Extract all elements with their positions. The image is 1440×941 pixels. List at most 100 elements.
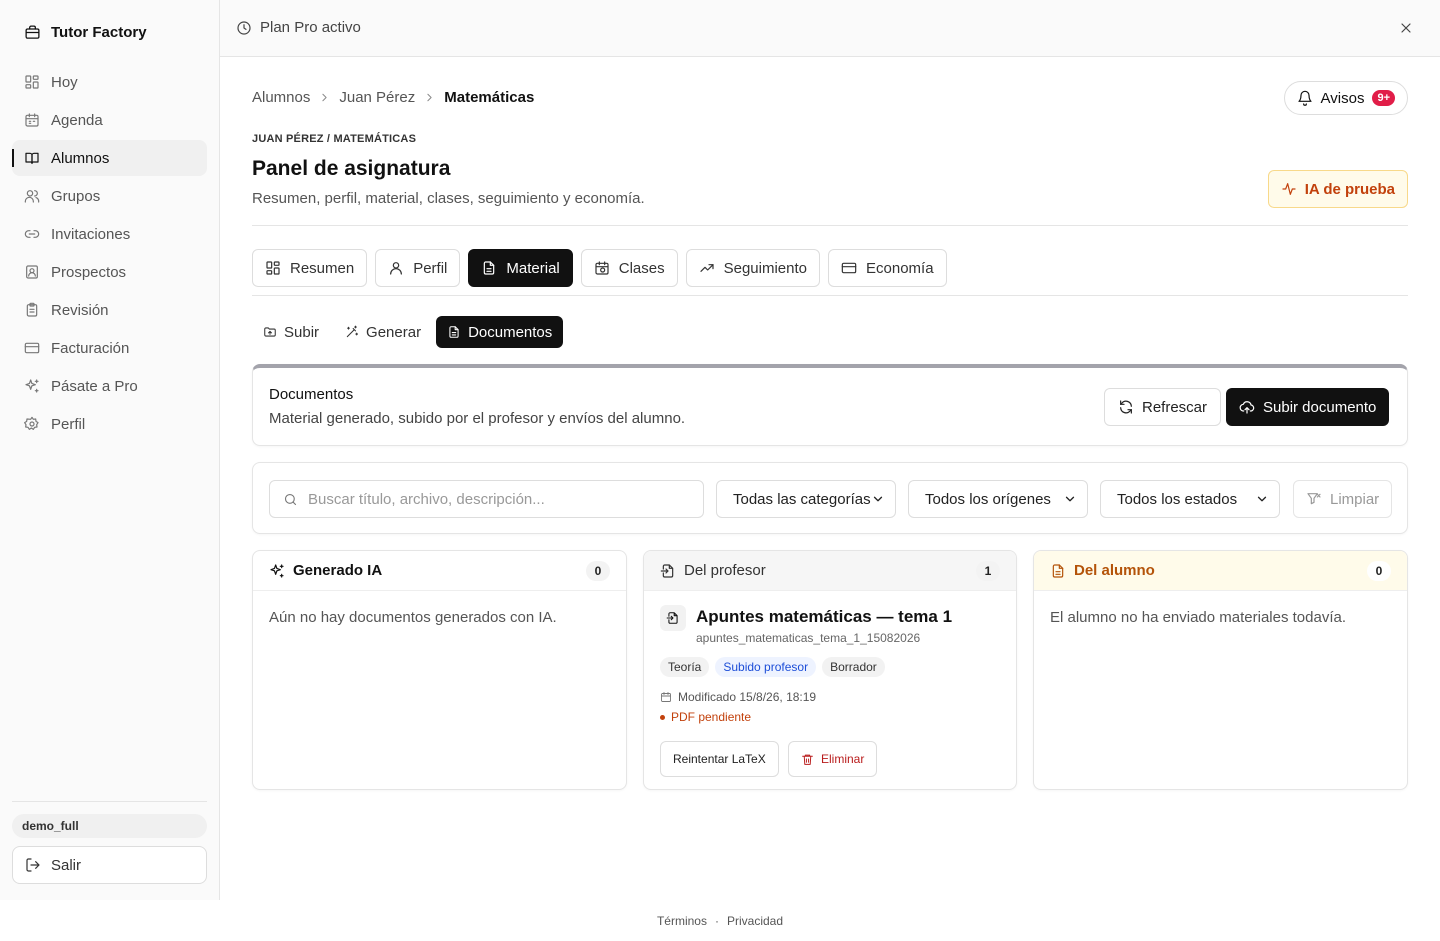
sidebar-item-facturacion[interactable]: Facturación	[12, 330, 207, 366]
search-field[interactable]	[269, 480, 704, 518]
breadcrumb-juan-perez[interactable]: Juan Pérez	[339, 89, 415, 106]
clipboard-icon	[26, 302, 38, 317]
column-empty-message: Aún no hay documentos generados con IA.	[269, 609, 557, 626]
user-badge: demo_full	[12, 814, 207, 838]
upload-document-label: Subir documento	[1263, 398, 1377, 416]
activity-icon	[1282, 183, 1296, 195]
column-ia-generated: Generado IA 0 Aún no hay documentos gene…	[252, 550, 627, 790]
sidebar-item-label: Facturación	[51, 339, 130, 357]
sidebar-item-alumnos[interactable]: Alumnos	[12, 140, 207, 176]
column-header: Del alumno 0	[1034, 551, 1407, 591]
origin-select[interactable]: Todos los orígenes	[908, 480, 1088, 518]
subtab-generar[interactable]: Generar	[334, 316, 432, 348]
app-brand[interactable]: Tutor Factory	[24, 24, 147, 41]
subtab-subir[interactable]: Subir	[252, 316, 330, 348]
document-modified: Modificado 15/8/26, 18:19	[660, 690, 816, 704]
breadcrumb-current: Matemáticas	[444, 89, 535, 106]
dashboard-icon	[266, 261, 280, 275]
bell-icon	[1297, 90, 1312, 106]
tab-resumen[interactable]: Resumen	[252, 249, 368, 287]
tab-clases[interactable]: Clases	[580, 249, 678, 287]
chevron-down-icon	[1257, 496, 1267, 502]
column-title: Del profesor	[684, 562, 766, 579]
tab-label: Resumen	[290, 259, 355, 277]
users-icon	[24, 190, 40, 203]
notifications-count-badge: 9+	[1372, 90, 1395, 106]
refresh-icon	[1120, 400, 1132, 414]
notifications-button[interactable]: Avisos 9+	[1283, 81, 1408, 115]
refresh-button[interactable]: Refrescar	[1104, 388, 1222, 426]
file-text-icon	[1052, 563, 1064, 578]
tab-label: Perfil	[413, 259, 448, 277]
log-out-icon	[26, 858, 40, 872]
ia-mode-badge[interactable]: IA de prueba	[1267, 170, 1408, 208]
sidebar-item-pasate-a-pro[interactable]: Pásate a Pro	[12, 368, 207, 404]
trending-up-icon	[700, 264, 714, 272]
documents-header-card: Documentos Material generado, subido por…	[252, 364, 1408, 446]
subtab-documentos[interactable]: Documentos	[436, 316, 564, 348]
terms-link[interactable]: Términos	[657, 914, 707, 928]
sidebar-item-invitaciones[interactable]: Invitaciones	[12, 216, 207, 252]
plan-label: Plan Pro activo	[260, 19, 361, 36]
sidebar-item-perfil[interactable]: Perfil	[12, 406, 207, 442]
tab-seguimiento[interactable]: Seguimiento	[685, 249, 820, 287]
document-type-icon	[660, 605, 686, 631]
folder-upload-icon	[264, 327, 276, 337]
sidebar-item-revision[interactable]: Revisión	[12, 292, 207, 328]
logout-label: Salir	[51, 856, 82, 874]
sidebar-item-hoy[interactable]: Hoy	[12, 64, 207, 100]
clear-filters-button[interactable]: Limpiar	[1293, 480, 1392, 518]
sparkles-icon	[270, 563, 284, 578]
subtab-label: Generar	[366, 323, 422, 341]
category-select[interactable]: Todas las categorías	[716, 480, 896, 518]
calendar-clock-icon	[595, 261, 609, 275]
documents-description: Material generado, subido por el profeso…	[269, 410, 686, 427]
tag-category: Teoría	[660, 657, 710, 677]
status-select[interactable]: Todos los estados	[1100, 480, 1280, 518]
gear-icon	[24, 416, 39, 430]
app-name: Tutor Factory	[51, 24, 147, 41]
retry-latex-button[interactable]: Reintentar LaTeX	[660, 741, 779, 777]
magic-wand-icon	[346, 325, 359, 338]
credit-card-icon	[841, 262, 857, 274]
sidebar-item-label: Pásate a Pro	[51, 377, 138, 395]
subtab-label: Subir	[284, 323, 320, 341]
breadcrumb-alumnos[interactable]: Alumnos	[252, 89, 310, 106]
search-icon	[284, 493, 297, 505]
filter-x-icon	[1307, 493, 1321, 505]
notifications-label: Avisos	[1320, 89, 1365, 107]
column-count-badge: 1	[976, 561, 1000, 581]
retry-latex-label: Reintentar LaTeX	[673, 752, 766, 766]
sidebar-item-prospectos[interactable]: Prospectos	[12, 254, 207, 290]
document-pdf-status-text: PDF pendiente	[671, 710, 752, 724]
sidebar-item-label: Perfil	[51, 415, 86, 433]
chevron-right-icon	[322, 93, 327, 102]
trash-icon	[802, 754, 813, 765]
sidebar-item-agenda[interactable]: Agenda	[12, 102, 207, 138]
sidebar-item-grupos[interactable]: Grupos	[12, 178, 207, 214]
sidebar-divider	[12, 801, 207, 802]
divider	[252, 225, 1408, 226]
footer-separator: ·	[714, 913, 719, 928]
document-pdf-status: PDF pendiente	[660, 710, 751, 724]
file-text-icon	[449, 326, 459, 338]
plan-status: Plan Pro activo	[236, 19, 361, 36]
credit-card-icon	[24, 342, 40, 354]
sidebar-item-label: Grupos	[51, 187, 101, 205]
tab-label: Economía	[866, 259, 934, 277]
tab-perfil[interactable]: Perfil	[375, 249, 461, 287]
upload-document-button[interactable]: Subir documento	[1226, 388, 1390, 426]
tab-material[interactable]: Material	[468, 249, 573, 287]
privacy-link[interactable]: Privacidad	[727, 914, 783, 928]
contact-icon	[26, 265, 38, 279]
close-button[interactable]	[1398, 20, 1414, 36]
search-input[interactable]	[308, 490, 688, 508]
delete-document-button[interactable]: Eliminar	[788, 741, 878, 777]
tab-economia[interactable]: Economía	[828, 249, 947, 287]
material-subtabs: Subir Generar Documentos	[252, 316, 564, 348]
sidebar-item-label: Alumnos	[51, 149, 110, 167]
file-text-icon	[484, 261, 495, 275]
column-teacher: Del profesor 1 Apuntes matemáticas — tem…	[643, 550, 1017, 790]
logout-button[interactable]: Salir	[12, 846, 207, 884]
document-title[interactable]: Apuntes matemáticas — tema 1	[696, 607, 952, 627]
